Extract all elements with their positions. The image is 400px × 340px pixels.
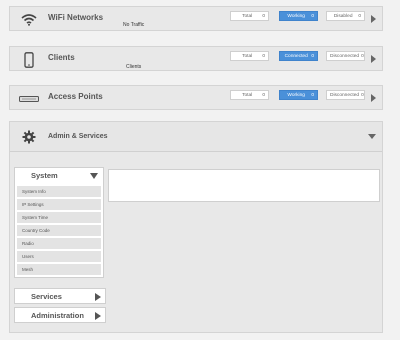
- wifi-working-pill[interactable]: Working 0: [279, 11, 318, 21]
- menu-item-mesh[interactable]: Mesh: [17, 264, 101, 275]
- system-label: System: [31, 171, 58, 180]
- ap-disconnected-pill[interactable]: Disconnected 0: [326, 90, 365, 100]
- menu-item-radio[interactable]: Radio: [17, 238, 101, 249]
- clients-sub: Clients: [126, 64, 142, 70]
- gear-icon: [22, 130, 36, 144]
- clients-connected-pill[interactable]: Connected 0: [279, 51, 318, 61]
- services-section[interactable]: Services: [14, 288, 106, 304]
- admin-services-title: Admin & Services: [48, 133, 108, 140]
- menu-item-ip-settings[interactable]: IP Settings: [17, 199, 101, 210]
- system-section: System System Info IP Settings System Ti…: [14, 167, 104, 278]
- clients-total-pill[interactable]: Total 0: [230, 51, 269, 61]
- menu-item-country-code[interactable]: Country Code: [17, 225, 101, 236]
- administration-section[interactable]: Administration: [14, 307, 106, 323]
- system-header[interactable]: System: [15, 168, 103, 184]
- clients-disconnected-pill[interactable]: Disconnected 0: [326, 51, 365, 61]
- phone-icon: [20, 51, 38, 68]
- access-points-panel[interactable]: Access Points Total 0 Working 0 Disconnect…: [9, 85, 383, 110]
- wifi-networks-title: WiFi Networks: [48, 13, 104, 22]
- access-points-title: Access Points: [48, 92, 103, 101]
- menu-item-system-info[interactable]: System Info: [17, 186, 101, 197]
- chevron-down-icon[interactable]: [90, 173, 98, 179]
- clients-panel[interactable]: Clients Clients Total 0 Connected 0 Discon…: [9, 46, 383, 71]
- chevron-right-icon[interactable]: [371, 55, 376, 63]
- administration-label: Administration: [31, 311, 84, 320]
- services-label: Services: [31, 292, 62, 301]
- menu-item-system-time[interactable]: System Time: [17, 212, 101, 223]
- chevron-down-icon[interactable]: [368, 134, 376, 139]
- wifi-total-pill[interactable]: Total 0: [230, 11, 269, 21]
- chevron-right-icon[interactable]: [95, 293, 101, 301]
- chevron-right-icon[interactable]: [95, 312, 101, 320]
- chevron-right-icon[interactable]: [371, 15, 376, 23]
- wifi-networks-panel[interactable]: WiFi Networks No Traffic Total 0 Working 0…: [9, 6, 383, 31]
- wifi-icon: [20, 11, 38, 28]
- admin-services-header[interactable]: Admin & Services: [10, 122, 382, 152]
- menu-item-users[interactable]: Users: [17, 251, 101, 262]
- wifi-disabled-pill[interactable]: Disabled 0: [326, 11, 365, 21]
- ap-working-pill[interactable]: Working 0: [279, 90, 318, 100]
- admin-content-area: [108, 169, 380, 202]
- clients-title: Clients: [48, 53, 75, 62]
- admin-services-panel: Admin & Services System System Info IP S…: [9, 121, 383, 333]
- access-point-icon: [19, 90, 39, 107]
- ap-total-pill[interactable]: Total 0: [230, 90, 269, 100]
- wifi-traffic-status: No Traffic: [123, 22, 145, 28]
- chevron-right-icon[interactable]: [371, 94, 376, 102]
